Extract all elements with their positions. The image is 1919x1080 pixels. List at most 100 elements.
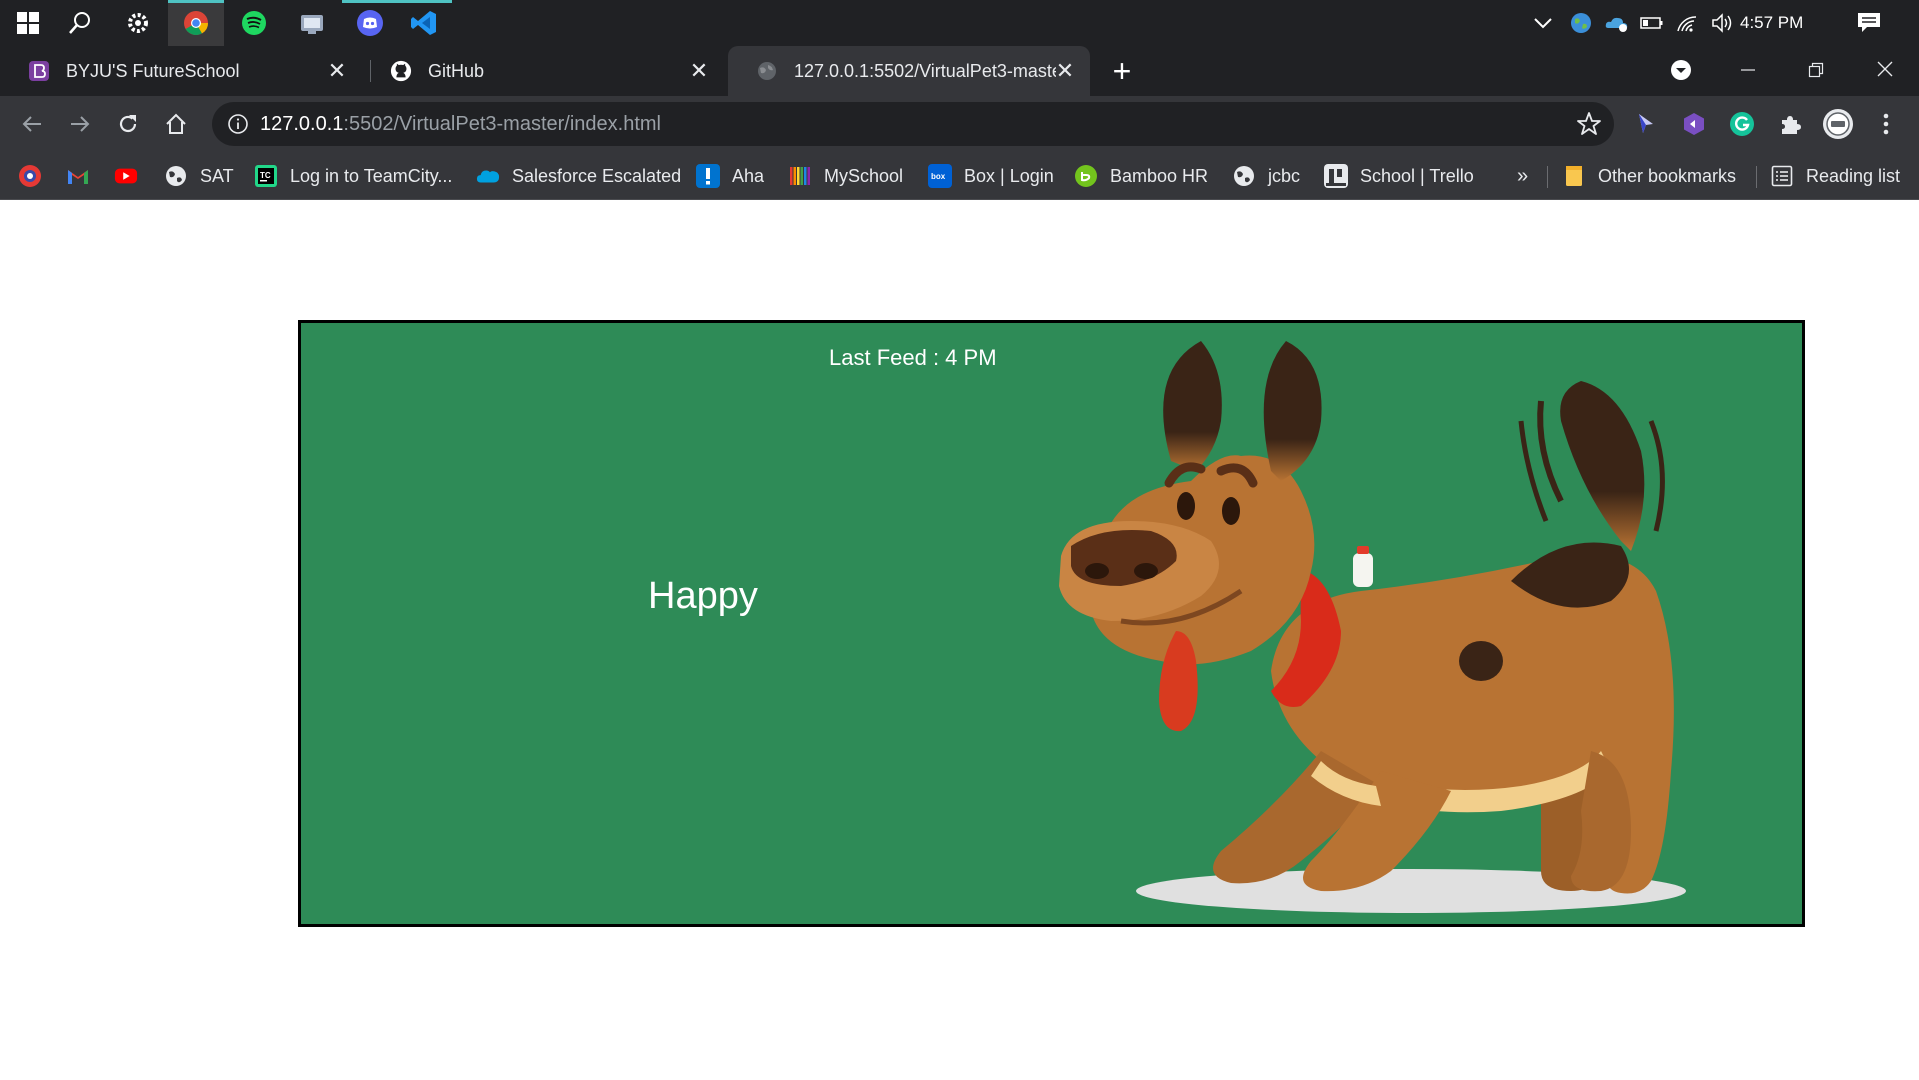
close-tab-icon[interactable]: ✕ bbox=[1054, 60, 1076, 82]
tab-github[interactable]: GitHub ✕ bbox=[362, 46, 724, 96]
game-canvas[interactable]: Last Feed : 4 PM Happy bbox=[298, 320, 1805, 927]
wifi-icon[interactable] bbox=[1672, 0, 1702, 46]
battery-icon[interactable] bbox=[1637, 0, 1667, 46]
bookmark-label: Box | Login bbox=[964, 165, 1054, 186]
tab-title: GitHub bbox=[428, 60, 485, 81]
bookmark-label: Reading list bbox=[1806, 165, 1901, 186]
other-bookmarks-folder[interactable]: Other bookmarks bbox=[1562, 152, 1736, 200]
taskbar-clock[interactable]: 4:57 PM bbox=[1740, 0, 1803, 46]
dog-nostril bbox=[1134, 563, 1158, 579]
volume-icon[interactable] bbox=[1708, 0, 1738, 46]
bookmarks-bar: SAT TC Log in to TeamCity... Salesforce … bbox=[0, 152, 1919, 200]
extensions-puzzle-icon[interactable] bbox=[1774, 108, 1806, 140]
globe-icon bbox=[1232, 164, 1256, 188]
bookmark-label: Aha bbox=[732, 165, 765, 186]
byjus-favicon-icon bbox=[28, 60, 50, 82]
bookmark-label: School | Trello bbox=[1360, 165, 1474, 186]
bookmark-label: jcbc bbox=[1268, 165, 1301, 186]
box-icon: box bbox=[928, 164, 952, 188]
vscode-icon[interactable] bbox=[396, 0, 452, 46]
profile-avatar[interactable] bbox=[1822, 108, 1854, 140]
close-tab-icon[interactable]: ✕ bbox=[688, 60, 710, 82]
bookmark-school-trello[interactable]: School | Trello bbox=[1324, 152, 1474, 200]
globe-favicon-icon bbox=[756, 60, 778, 82]
dog-sprite bbox=[1059, 341, 1686, 913]
page-content: Last Feed : 4 PM Happy bbox=[0, 201, 1919, 1080]
close-tab-icon[interactable]: ✕ bbox=[326, 60, 348, 82]
bookmark-teamcity[interactable]: TC Log in to TeamCity... bbox=[254, 152, 452, 200]
bookmark-label: Bamboo HR bbox=[1110, 165, 1209, 186]
dog-eye bbox=[1177, 492, 1195, 520]
bookmark-star-icon[interactable] bbox=[1576, 111, 1602, 137]
globe-icon bbox=[164, 164, 188, 188]
bookmark-label: SAT bbox=[200, 165, 234, 186]
minimize-icon[interactable] bbox=[1720, 46, 1776, 96]
grammarly-icon[interactable] bbox=[1726, 108, 1758, 140]
globe-tray-icon[interactable] bbox=[1566, 0, 1596, 46]
bookmark-salesforce[interactable]: Salesforce Escalated bbox=[476, 152, 681, 200]
tab-byjus[interactable]: BYJU'S FutureSchool ✕ bbox=[0, 46, 362, 96]
windows-start-icon[interactable] bbox=[0, 0, 56, 46]
github-icon bbox=[390, 60, 412, 82]
url-text[interactable]: 127.0.0.1:5502/VirtualPet3-master/index.… bbox=[260, 102, 661, 146]
discord-icon[interactable] bbox=[342, 0, 398, 46]
active-indicator bbox=[168, 0, 224, 3]
youtube-icon bbox=[114, 164, 138, 188]
cursor-extension-icon[interactable] bbox=[1630, 108, 1662, 140]
bookmark-gmail[interactable] bbox=[66, 152, 102, 200]
dog-nostril bbox=[1085, 563, 1109, 579]
running-indicator bbox=[342, 0, 398, 3]
bookmark-jcbc[interactable]: jcbc bbox=[1232, 152, 1300, 200]
bookmark-myschool[interactable]: MySchool bbox=[788, 152, 903, 200]
dog-spot bbox=[1459, 641, 1503, 681]
restore-icon[interactable] bbox=[1788, 46, 1844, 96]
reading-list-icon bbox=[1770, 164, 1794, 188]
aha-icon bbox=[696, 164, 720, 188]
bookmark-label: MySchool bbox=[824, 165, 904, 186]
menu-kebab-icon[interactable] bbox=[1870, 108, 1902, 140]
bamboo-hr-icon bbox=[1074, 164, 1098, 188]
running-indicator bbox=[396, 0, 452, 3]
bookmark-box[interactable]: box Box | Login bbox=[928, 152, 1054, 200]
onedrive-icon[interactable] bbox=[1602, 0, 1632, 46]
windows-taskbar: 4:57 PM bbox=[0, 0, 1919, 46]
home-icon[interactable] bbox=[156, 104, 196, 144]
milk-bottle bbox=[1353, 553, 1373, 587]
reading-list-button[interactable]: Reading list bbox=[1770, 152, 1900, 200]
purple-extension-icon[interactable] bbox=[1678, 108, 1710, 140]
site-info-icon[interactable] bbox=[226, 112, 250, 136]
dog-ear-right bbox=[1263, 341, 1322, 481]
tab-title: 127.0.0.1:5502/VirtualPet3-maste bbox=[794, 60, 1056, 81]
browser-toolbar: 127.0.0.1:5502/VirtualPet3-master/index.… bbox=[0, 96, 1919, 152]
chevron-up-icon[interactable] bbox=[1528, 0, 1558, 46]
last-feed-text: Last Feed : 4 PM bbox=[829, 345, 997, 370]
bookmark-aha[interactable]: Aha bbox=[696, 152, 764, 200]
forward-arrow-icon[interactable] bbox=[60, 104, 100, 144]
file-explorer-icon[interactable] bbox=[284, 0, 340, 46]
bookmarks-overflow-button[interactable]: » bbox=[1517, 152, 1528, 200]
spotify-icon[interactable] bbox=[226, 0, 282, 46]
reload-icon[interactable] bbox=[108, 104, 148, 144]
back-arrow-icon[interactable] bbox=[12, 104, 52, 144]
bookmark-sat[interactable]: SAT bbox=[164, 152, 234, 200]
bookmark-youtube[interactable] bbox=[114, 152, 150, 200]
salesforce-cloud-icon bbox=[476, 164, 500, 188]
tab-title: BYJU'S FutureSchool bbox=[66, 60, 240, 81]
bookmark-bamboo-hr[interactable]: Bamboo HR bbox=[1074, 152, 1208, 200]
close-window-icon[interactable] bbox=[1857, 46, 1913, 96]
bookmark-red-app[interactable] bbox=[18, 152, 54, 200]
chrome-taskbar-icon[interactable] bbox=[168, 0, 224, 46]
pet-mood-text: Happy bbox=[648, 575, 758, 617]
url-path: :5502/VirtualPet3-master/index.html bbox=[343, 113, 661, 135]
trello-icon bbox=[1324, 164, 1348, 188]
bookmark-label: Other bookmarks bbox=[1598, 165, 1737, 186]
address-bar[interactable]: 127.0.0.1:5502/VirtualPet3-master/index.… bbox=[212, 102, 1614, 146]
dog-tail bbox=[1560, 381, 1645, 551]
search-icon[interactable] bbox=[52, 0, 108, 46]
tab-virtual-pet[interactable]: 127.0.0.1:5502/VirtualPet3-maste ✕ bbox=[728, 46, 1090, 96]
settings-gear-icon[interactable] bbox=[110, 0, 166, 46]
svg-text:TC: TC bbox=[260, 171, 271, 180]
tab-search-button[interactable] bbox=[1653, 46, 1709, 96]
notifications-icon[interactable] bbox=[1854, 0, 1884, 46]
new-tab-button[interactable]: + bbox=[1105, 46, 1139, 96]
